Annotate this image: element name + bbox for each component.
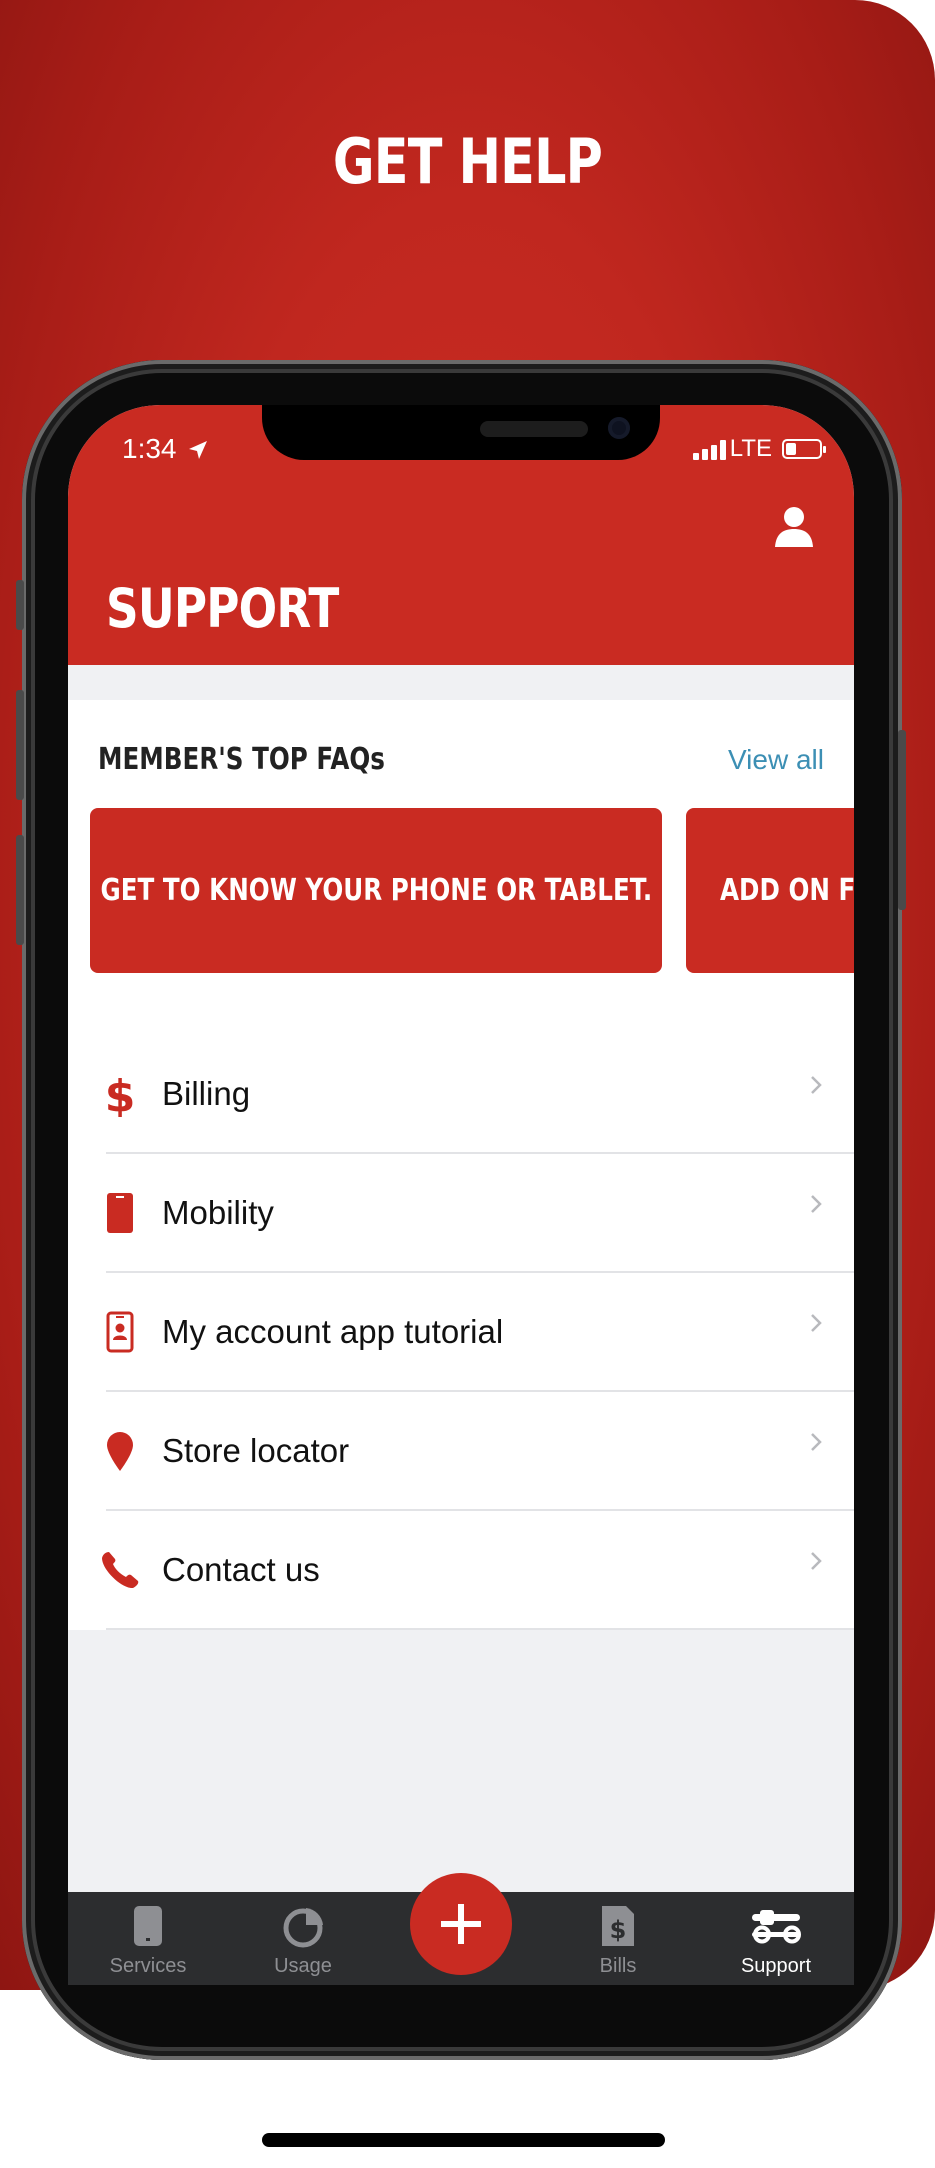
tab-label: Usage xyxy=(274,1955,332,1977)
view-all-link[interactable]: View all xyxy=(728,744,824,776)
battery-icon xyxy=(782,439,826,459)
faq-heading: MEMBER'S TOP FAQs xyxy=(98,742,385,777)
device-icon xyxy=(134,1906,162,1946)
chevron-right-icon xyxy=(811,1314,822,1332)
home-indicator xyxy=(262,2133,665,2147)
phone-icon xyxy=(98,1190,142,1236)
list-item-store-locator[interactable]: Store locator xyxy=(68,1392,854,1511)
profile-icon[interactable] xyxy=(774,505,814,547)
wrench-icon xyxy=(752,1910,801,1944)
promo-title: GET HELP xyxy=(332,125,603,198)
faq-section: MEMBER'S TOP FAQs View all GET TO KNOW Y… xyxy=(68,700,854,1035)
volume-up-button xyxy=(16,690,24,800)
status-indicators: LTE xyxy=(692,435,826,463)
tab-bills[interactable]: $ Bills xyxy=(558,1892,678,1985)
bill-icon: $ xyxy=(602,1906,634,1946)
list-item-label: Billing xyxy=(162,1075,251,1112)
chevron-right-icon xyxy=(811,1076,822,1094)
list-item-mobility[interactable]: Mobility xyxy=(68,1154,854,1273)
chevron-right-icon xyxy=(811,1195,822,1213)
tab-usage[interactable]: Usage xyxy=(243,1892,363,1985)
list-item-billing[interactable]: $ Billing xyxy=(68,1035,854,1154)
plus-icon xyxy=(441,1904,481,1944)
phone-screen: 1:34 LTE SUPPORT MEMBER'S TOP FAQs View … xyxy=(68,405,854,1985)
faq-card-label: GET TO KNOW YOUR PHONE OR TABLET. xyxy=(100,873,652,908)
chevron-right-icon xyxy=(811,1433,822,1451)
status-time: 1:34 xyxy=(122,433,208,465)
tab-label: Bills xyxy=(599,1955,637,1977)
faq-card[interactable]: GET TO KNOW YOUR PHONE OR TABLET. xyxy=(90,808,662,973)
tab-label: Services xyxy=(109,1955,187,1977)
tab-services[interactable]: Services xyxy=(88,1892,208,1985)
notch xyxy=(262,405,660,460)
power-button xyxy=(898,730,906,910)
front-camera xyxy=(608,417,630,439)
mute-switch xyxy=(16,580,24,630)
support-list: $ Billing Mobility My account app tutori… xyxy=(68,1035,854,1630)
time-text: 1:34 xyxy=(122,433,177,464)
app-header: 1:34 LTE SUPPORT xyxy=(68,405,854,665)
svg-text:$: $ xyxy=(610,1916,627,1944)
telephone-icon xyxy=(98,1547,142,1593)
svg-text:$: $ xyxy=(105,1071,135,1117)
map-pin-icon xyxy=(98,1428,142,1474)
list-item-label: Mobility xyxy=(162,1194,274,1231)
location-arrow-icon xyxy=(189,441,208,459)
network-label: LTE xyxy=(729,435,772,462)
list-item-app-tutorial[interactable]: My account app tutorial xyxy=(68,1273,854,1392)
faq-card[interactable]: ADD ON FEA xyxy=(686,808,854,973)
add-button[interactable] xyxy=(410,1873,512,1975)
list-item-label: Store locator xyxy=(162,1432,350,1469)
speaker xyxy=(480,421,588,437)
list-item-label: My account app tutorial xyxy=(162,1313,504,1350)
tab-support[interactable]: Support xyxy=(716,1892,836,1985)
dollar-icon: $ xyxy=(98,1071,142,1117)
pie-chart-icon xyxy=(283,1908,323,1948)
list-item-label: Contact us xyxy=(162,1551,320,1588)
divider xyxy=(106,1628,854,1630)
chevron-right-icon xyxy=(811,1552,822,1570)
phone-profile-icon xyxy=(98,1309,142,1355)
page-title: SUPPORT xyxy=(106,577,339,640)
volume-down-button xyxy=(16,835,24,945)
signal-icon xyxy=(692,438,726,460)
faq-card-label: ADD ON FEA xyxy=(720,873,854,908)
list-item-contact-us[interactable]: Contact us xyxy=(68,1511,854,1630)
tab-label: Support xyxy=(740,1955,812,1977)
